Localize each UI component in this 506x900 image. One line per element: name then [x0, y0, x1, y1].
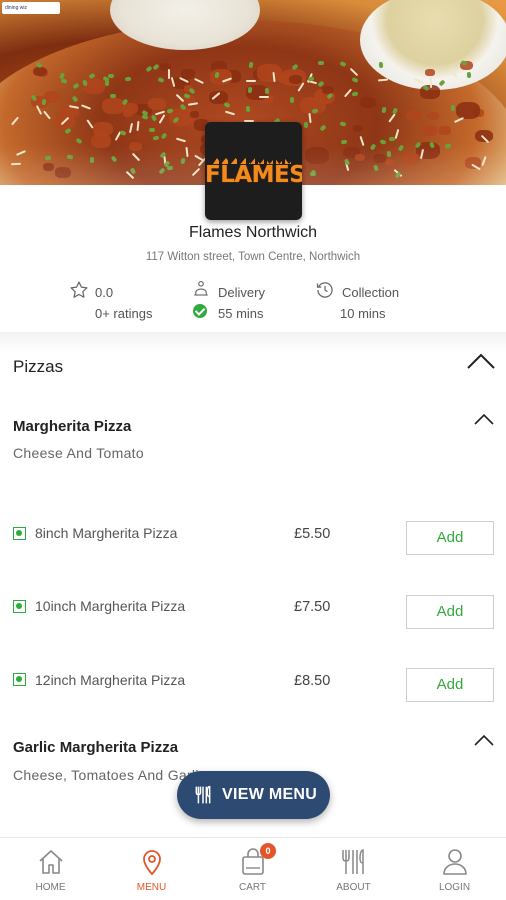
cart-count-badge: 0 [260, 843, 276, 859]
veg-indicator-icon [13, 600, 26, 613]
veg-indicator-icon [13, 673, 26, 686]
nav-about[interactable]: ABOUT [303, 838, 404, 900]
restaurant-name: Flames Northwich [188, 224, 318, 241]
option-price: £5.50 [294, 526, 331, 542]
section-divider [0, 332, 506, 352]
option-name: 10inch Margherita Pizza [35, 598, 186, 614]
item-description: Cheese, Tomatoes And Garlic [13, 767, 207, 783]
option-name: 12inch Margherita Pizza [35, 672, 186, 688]
chevron-up-icon[interactable] [466, 352, 496, 370]
option-price: £7.50 [294, 599, 331, 615]
clock-history-icon [316, 282, 333, 298]
delivery-person-icon [194, 280, 208, 296]
veg-indicator-icon [13, 527, 26, 540]
nav-menu-label: MENU [136, 882, 167, 893]
cutlery-icon [342, 849, 364, 874]
add-button[interactable]: Add [406, 595, 494, 629]
add-button[interactable]: Add [406, 521, 494, 555]
chevron-up-icon[interactable] [473, 412, 495, 426]
view-menu-button[interactable]: VIEW MENU [177, 771, 330, 819]
restaurant-address: 117 Witton street, Town Centre, Northwic… [145, 251, 361, 263]
bottom-navigation: HOME MENU 0 CART ABOUT LOGIN [0, 837, 506, 900]
item-title: Garlic Margherita Pizza [13, 739, 179, 756]
cutlery-icon [195, 785, 211, 804]
nav-login-label: LOGIN [438, 882, 471, 893]
collection-time: 10 mins [340, 306, 386, 321]
item-title: Margherita Pizza [13, 418, 132, 435]
nav-home[interactable]: HOME [0, 838, 101, 900]
nav-cart-label: CART [238, 882, 267, 893]
restaurant-logo: FLAMES [205, 122, 302, 220]
collection-label: Collection [342, 285, 400, 300]
add-button[interactable]: Add [406, 668, 494, 702]
item-description: Cheese And Tomato [13, 445, 144, 461]
view-menu-label: VIEW MENU [222, 786, 318, 803]
check-icon [193, 304, 207, 318]
nav-cart[interactable]: 0 CART [202, 838, 303, 900]
rating-value: 0.0 [95, 285, 114, 300]
home-icon [39, 850, 63, 874]
nav-login[interactable]: LOGIN [404, 838, 505, 900]
option-name: 8inch Margherita Pizza [35, 525, 178, 541]
option-price: £8.50 [294, 673, 331, 689]
rating-count: 0+ ratings [95, 306, 153, 321]
nav-about-label: ABOUT [336, 882, 371, 893]
location-pin-icon [143, 850, 161, 876]
nav-home-label: HOME [35, 882, 66, 893]
category-title: Pizzas [13, 357, 64, 376]
delivery-time: 55 mins [218, 306, 264, 321]
star-icon [70, 281, 88, 298]
chevron-up-icon[interactable] [473, 733, 495, 747]
delivery-label: Delivery [218, 285, 265, 300]
nav-menu[interactable]: MENU [101, 838, 202, 900]
powered-by-badge: dining wiz [2, 2, 60, 14]
user-icon [443, 849, 467, 875]
